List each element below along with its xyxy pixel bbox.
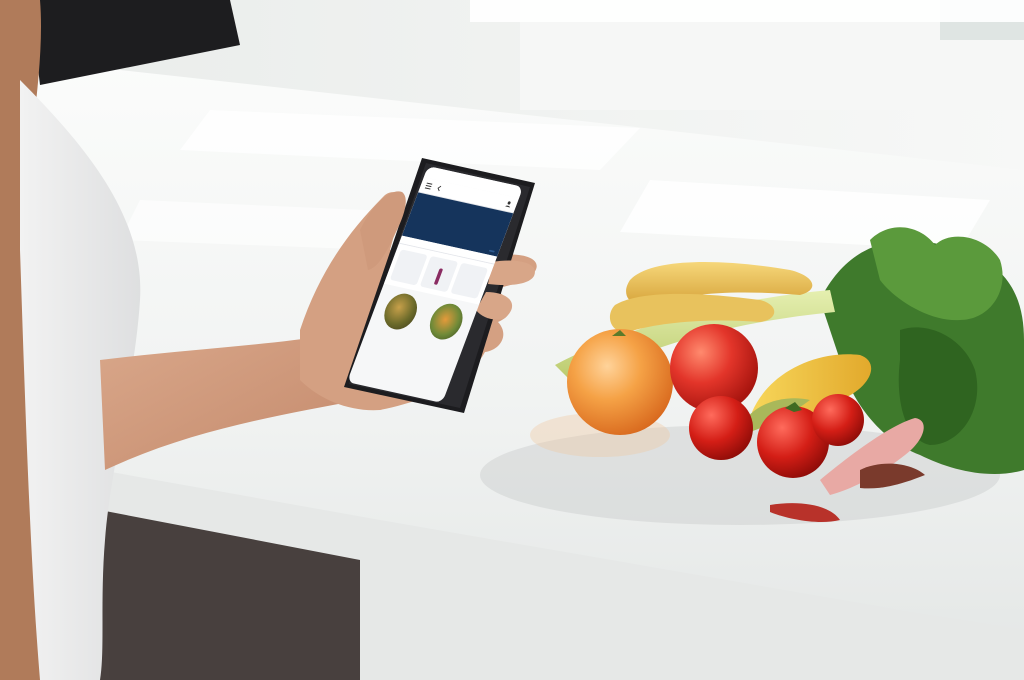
- window-sill: [470, 0, 1024, 22]
- photo-scene: [0, 0, 1024, 680]
- stat-card[interactable]: [450, 262, 489, 299]
- tomato: [689, 396, 753, 460]
- chevron-left-icon[interactable]: [435, 184, 445, 194]
- tomato: [812, 394, 864, 446]
- recipe-thumbnail: [378, 290, 422, 333]
- recipe-card[interactable]: [418, 299, 474, 346]
- orange-fruit: [567, 329, 673, 435]
- header-chip[interactable]: [488, 249, 495, 253]
- menu-icon[interactable]: [424, 181, 434, 191]
- recipe-thumbnail: [424, 300, 468, 343]
- profile-icon[interactable]: [504, 199, 514, 209]
- stat-level-bar: [433, 268, 444, 285]
